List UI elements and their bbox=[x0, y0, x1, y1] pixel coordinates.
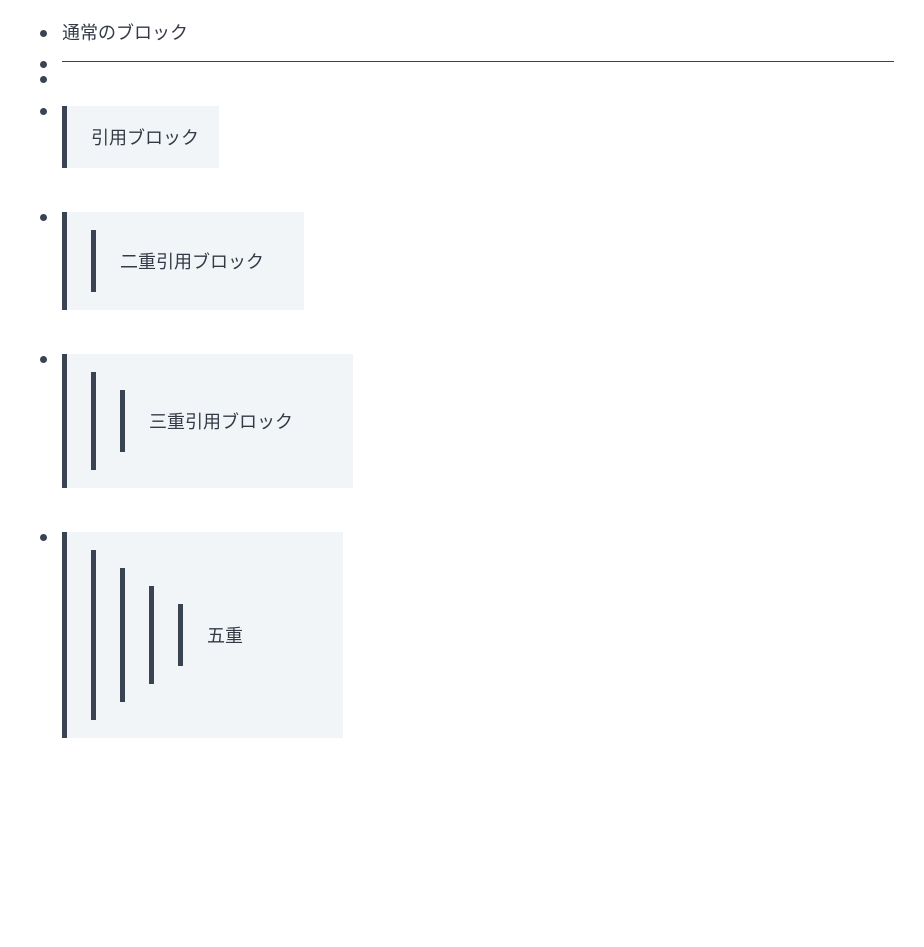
blockquote-level-1: 二重引用ブロック bbox=[62, 212, 304, 310]
blockquote-level-2: 三重引用ブロック bbox=[91, 372, 333, 470]
blockquote-text: 五重 bbox=[207, 626, 243, 646]
blockquote-text: 三重引用ブロック bbox=[149, 412, 293, 432]
list-item-blockquote-1: 引用ブロック bbox=[30, 106, 894, 168]
list-item-blockquote-5: 五重 bbox=[30, 532, 894, 738]
plain-block-text: 通常のブロック bbox=[62, 23, 188, 43]
blockquote-level-5: 五重 bbox=[178, 604, 263, 666]
list-item-plain: 通常のブロック bbox=[30, 20, 894, 47]
list-item-empty bbox=[30, 76, 894, 86]
list-item-blockquote-3: 三重引用ブロック bbox=[30, 354, 894, 488]
blockquote-level-2: 五重 bbox=[91, 550, 323, 720]
blockquote-level-1: 五重 bbox=[62, 532, 343, 738]
blockquote-text: 引用ブロック bbox=[91, 128, 199, 148]
list-item-blockquote-2: 二重引用ブロック bbox=[30, 212, 894, 310]
blockquote-level-3: 五重 bbox=[120, 568, 303, 702]
list-item-divider bbox=[30, 61, 894, 62]
blockquote-level-1: 引用ブロック bbox=[62, 106, 219, 168]
blockquote-level-4: 五重 bbox=[149, 586, 283, 684]
blockquote-level-3: 三重引用ブロック bbox=[120, 390, 313, 452]
horizontal-rule bbox=[62, 61, 894, 62]
blockquote-text: 二重引用ブロック bbox=[120, 252, 264, 272]
blockquote-level-2: 二重引用ブロック bbox=[91, 230, 284, 292]
blockquote-level-1: 三重引用ブロック bbox=[62, 354, 353, 488]
block-list: 通常のブロック 引用ブロック 二重引用ブロック 三重引用ブロック bbox=[30, 20, 894, 738]
